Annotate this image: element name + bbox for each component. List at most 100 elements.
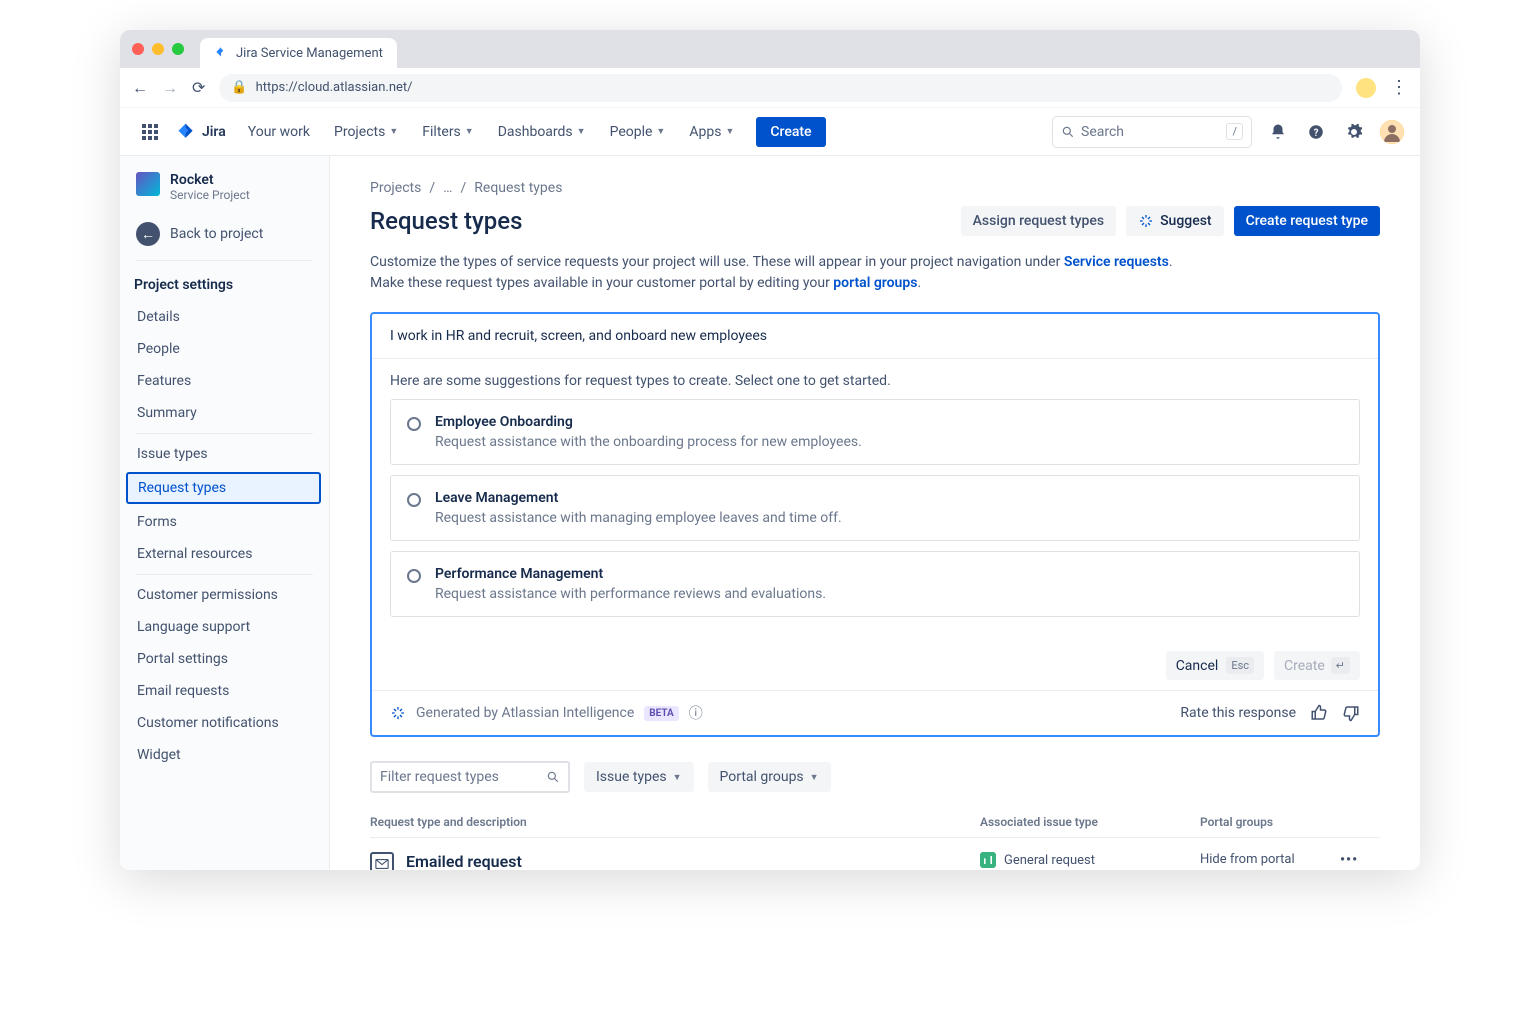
- portal-groups-dropdown[interactable]: Portal groups ▼: [708, 762, 831, 792]
- breadcrumb-projects[interactable]: Projects: [370, 180, 421, 196]
- nav-dashboards[interactable]: Dashboards▼: [488, 118, 596, 146]
- notifications-icon[interactable]: [1266, 120, 1290, 144]
- beta-badge: BETA: [644, 706, 679, 721]
- lock-icon: 🔒: [231, 80, 247, 95]
- col-request-type: Request type and description: [370, 815, 980, 829]
- jira-icon: [176, 122, 196, 142]
- address-bar: ← → ⟳ 🔒 https://cloud.atlassian.net/ ⋮: [120, 68, 1420, 108]
- nav-your-work[interactable]: Your work: [238, 118, 320, 146]
- suggestion-description: Request assistance with performance revi…: [435, 586, 826, 602]
- row-title: Emailed request: [406, 852, 722, 870]
- back-to-project-link[interactable]: ← Back to project: [120, 212, 329, 256]
- project-subtitle: Service Project: [170, 188, 250, 202]
- breadcrumb-current: Request types: [474, 180, 562, 196]
- back-icon[interactable]: ←: [132, 78, 148, 98]
- back-arrow-icon: ←: [136, 222, 160, 246]
- suggest-button[interactable]: Suggest: [1126, 206, 1224, 236]
- assign-request-types-button[interactable]: Assign request types: [961, 206, 1116, 236]
- settings-icon[interactable]: [1342, 120, 1366, 144]
- ai-suggestions-panel: I work in HR and recruit, screen, and on…: [370, 312, 1380, 737]
- reload-icon[interactable]: ⟳: [192, 78, 205, 97]
- table-row[interactable]: Emailed request Request received from yo…: [370, 837, 1380, 870]
- create-request-type-button[interactable]: Create request type: [1234, 206, 1380, 236]
- chevron-down-icon: ▼: [577, 126, 586, 137]
- suggestion-option[interactable]: Employee Onboarding Request assistance w…: [390, 399, 1360, 465]
- table-header: Request type and description Associated …: [370, 807, 1380, 837]
- maximize-window-icon[interactable]: [172, 43, 184, 55]
- project-icon: [136, 172, 160, 196]
- chevron-down-icon: ▼: [389, 126, 398, 137]
- radio-icon: [407, 569, 421, 583]
- sidebar-item-language-support[interactable]: Language support: [120, 611, 329, 643]
- sidebar-item-email-requests[interactable]: Email requests: [120, 675, 329, 707]
- sidebar-item-forms[interactable]: Forms: [120, 506, 329, 538]
- chevron-down-icon: ▼: [656, 126, 665, 137]
- portal-groups-link[interactable]: portal groups: [833, 275, 917, 291]
- create-button[interactable]: Create: [756, 117, 825, 147]
- sidebar-item-request-types[interactable]: Request types: [126, 472, 321, 504]
- thumbs-up-icon[interactable]: [1310, 704, 1328, 722]
- enter-key-icon: ↵: [1331, 657, 1350, 674]
- minimize-window-icon[interactable]: [152, 43, 164, 55]
- sidebar: Rocket Service Project ← Back to project…: [120, 156, 330, 870]
- chevron-down-icon: ▼: [465, 126, 474, 137]
- forward-icon[interactable]: →: [162, 78, 178, 98]
- breadcrumb: Projects / … / Request types: [370, 180, 1380, 196]
- sidebar-item-external-resources[interactable]: External resources: [120, 538, 329, 570]
- close-window-icon[interactable]: [132, 43, 144, 55]
- nav-projects[interactable]: Projects▼: [324, 118, 408, 146]
- browser-titlebar: Jira Service Management: [120, 30, 1420, 68]
- search-icon: [546, 770, 560, 784]
- tab-title: Jira Service Management: [236, 46, 383, 61]
- suggestion-title: Performance Management: [435, 566, 826, 582]
- kebab-icon[interactable]: ⋮: [1390, 77, 1408, 98]
- col-portal-groups: Portal groups: [1200, 815, 1340, 829]
- issue-type-chip: General request: [980, 852, 1200, 868]
- suggestion-title: Employee Onboarding: [435, 414, 862, 430]
- sidebar-item-customer-notifications[interactable]: Customer notifications: [120, 707, 329, 739]
- sidebar-item-details[interactable]: Details: [120, 301, 329, 333]
- help-icon[interactable]: ?: [1304, 120, 1328, 144]
- ai-create-button[interactable]: Create ↵: [1274, 651, 1360, 680]
- sidebar-item-people[interactable]: People: [120, 333, 329, 365]
- ai-cancel-button[interactable]: Cancel Esc: [1166, 651, 1264, 680]
- nav-filters[interactable]: Filters▼: [412, 118, 483, 146]
- ai-sparkle-icon: [390, 705, 406, 721]
- user-avatar[interactable]: [1380, 120, 1404, 144]
- sidebar-item-issue-types[interactable]: Issue types: [120, 438, 329, 470]
- sidebar-item-portal-settings[interactable]: Portal settings: [120, 643, 329, 675]
- main-content: Projects / … / Request types Request typ…: [330, 156, 1420, 870]
- ai-subtext: Here are some suggestions for request ty…: [372, 359, 1378, 399]
- app-switcher-icon[interactable]: [136, 118, 164, 146]
- browser-tab[interactable]: Jira Service Management: [200, 38, 397, 68]
- profile-chip[interactable]: [1356, 78, 1376, 98]
- sidebar-item-customer-permissions[interactable]: Customer permissions: [120, 579, 329, 611]
- more-actions-icon[interactable]: •••: [1340, 852, 1380, 868]
- sidebar-item-features[interactable]: Features: [120, 365, 329, 397]
- filter-request-types-input[interactable]: Filter request types: [370, 761, 570, 793]
- service-requests-link[interactable]: Service requests: [1064, 254, 1169, 270]
- esc-key: Esc: [1226, 657, 1254, 674]
- search-input[interactable]: Search /: [1052, 116, 1252, 148]
- issue-types-dropdown[interactable]: Issue types ▼: [584, 762, 694, 792]
- chevron-down-icon: ▼: [673, 772, 682, 783]
- suggestion-option[interactable]: Performance Management Request assistanc…: [390, 551, 1360, 617]
- info-icon[interactable]: ⓘ: [689, 703, 703, 723]
- thumbs-down-icon[interactable]: [1342, 704, 1360, 722]
- slash-shortcut: /: [1226, 123, 1243, 140]
- url-input[interactable]: 🔒 https://cloud.atlassian.net/: [219, 74, 1342, 102]
- nav-people[interactable]: People▼: [600, 118, 676, 146]
- project-name: Rocket: [170, 172, 250, 188]
- ai-prompt-input[interactable]: I work in HR and recruit, screen, and on…: [372, 314, 1378, 359]
- sidebar-item-summary[interactable]: Summary: [120, 397, 329, 429]
- suggestion-option[interactable]: Leave Management Request assistance with…: [390, 475, 1360, 541]
- rate-label: Rate this response: [1180, 705, 1296, 721]
- breadcrumb-ellipsis[interactable]: …: [443, 180, 452, 196]
- ai-sparkle-icon: [1138, 213, 1154, 229]
- portal-groups-value: Hide from portal: [1200, 852, 1340, 867]
- nav-apps[interactable]: Apps▼: [679, 118, 744, 146]
- project-header[interactable]: Rocket Service Project: [120, 156, 329, 212]
- jira-logo[interactable]: Jira: [176, 122, 226, 142]
- sidebar-item-widget[interactable]: Widget: [120, 739, 329, 771]
- url-text: https://cloud.atlassian.net/: [256, 80, 413, 95]
